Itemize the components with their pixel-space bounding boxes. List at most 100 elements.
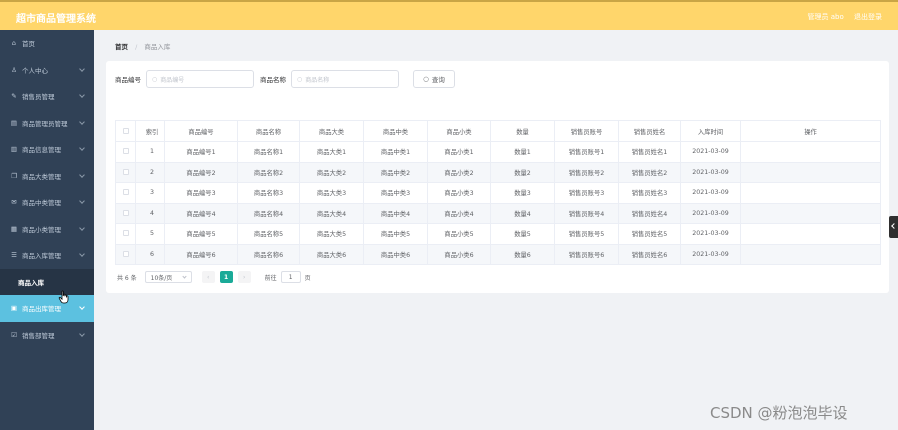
column-header: 索引 bbox=[135, 120, 165, 142]
row-checkbox[interactable] bbox=[115, 162, 136, 183]
table-cell: 商品名称5 bbox=[237, 223, 300, 245]
column-header: 商品大类 bbox=[299, 120, 364, 142]
page-size-value: 10条/页 bbox=[150, 274, 173, 282]
pagination: 共 6 条 10条/页 ‹ 1 › 前往 1 页 bbox=[117, 271, 311, 283]
product-name-input[interactable]: ○ 商品名称 bbox=[291, 70, 399, 88]
table-cell: 2021-03-09 bbox=[680, 162, 741, 183]
breadcrumb: 首页 / 商品入库 bbox=[115, 41, 170, 51]
sidebar-item-label: 商品大类管理 bbox=[22, 172, 61, 181]
table-cell: 销售员姓名6 bbox=[618, 244, 681, 265]
sidebar-item-label: 商品入库管理 bbox=[22, 252, 61, 261]
page-size-select[interactable]: 10条/页 bbox=[144, 271, 192, 283]
page-number-1[interactable]: 1 bbox=[219, 271, 233, 283]
table-cell: 销售员账号2 bbox=[554, 162, 619, 183]
watermark: CSDN @粉泡泡毕设 bbox=[710, 404, 848, 422]
table-row[interactable]: 2 商品编号2 商品名称2 商品大类2 商品中类2 商品小类2 数量2 销售员账号2 销售员姓名… bbox=[115, 162, 881, 183]
content-card: 商品编号 ○ 商品编号 商品名称 ○ 商品名称 ○ 查询 索引 商品编号 商品名称商… bbox=[106, 61, 889, 293]
chevron-down-icon bbox=[79, 92, 85, 98]
column-header: 商品名称 bbox=[237, 120, 300, 142]
product-code-placeholder: 商品编号 bbox=[160, 76, 185, 84]
chevron-down-icon bbox=[79, 171, 85, 178]
sidebar-item[interactable]: ▥ 商品信息管理 bbox=[0, 136, 94, 163]
table-cell: 商品中类6 bbox=[363, 244, 428, 265]
chevron-down-icon bbox=[79, 304, 85, 310]
table-cell: 数量2 bbox=[490, 162, 555, 183]
table-cell: 销售员账号3 bbox=[554, 182, 619, 204]
table-cell: 商品名称1 bbox=[237, 141, 300, 163]
table-cell: 商品名称4 bbox=[237, 203, 300, 224]
table-cell: 商品编号3 bbox=[164, 182, 238, 204]
collapse-tab[interactable] bbox=[889, 216, 898, 238]
table-cell: 销售员姓名5 bbox=[618, 223, 681, 245]
column-header: 商品小类 bbox=[427, 120, 491, 142]
prev-page-button[interactable]: ‹ bbox=[201, 271, 215, 283]
column-header: 入库时间 bbox=[680, 120, 741, 142]
table-row[interactable]: 4 商品编号4 商品名称4 商品大类4 商品中类4 商品小类4 数量4 销售员账号4 销售员姓名… bbox=[115, 203, 881, 224]
table-row[interactable]: 6 商品编号6 商品名称6 商品大类6 商品中类6 商品小类6 数量6 销售员账号6 销售员姓名… bbox=[115, 244, 881, 265]
product-code-input[interactable]: ○ 商品编号 bbox=[146, 70, 254, 88]
app-title: 超市商品管理系统 bbox=[16, 14, 96, 25]
sidebar-item[interactable]: ♙ 个人中心 bbox=[0, 57, 94, 84]
actions-cell bbox=[740, 223, 881, 245]
actions-cell bbox=[740, 203, 881, 224]
row-checkbox[interactable] bbox=[115, 203, 136, 224]
next-page-button[interactable]: › bbox=[237, 271, 251, 283]
actions-cell bbox=[740, 182, 881, 204]
row-checkbox[interactable] bbox=[115, 244, 136, 265]
table-row[interactable]: 1 商品编号1 商品名称1 商品大类1 商品中类1 商品小类1 数量1 销售员账号1 销售员姓名… bbox=[115, 141, 881, 163]
sidebar-item[interactable]: ▣ 商品出库管理 bbox=[0, 295, 94, 322]
table-header-row: 索引 商品编号 商品名称 商品大类 商品中类 商品小类 数量 销售员账号 销售员姓名 入库时间 操作 bbox=[115, 120, 881, 142]
table-cell: 商品名称6 bbox=[237, 244, 300, 265]
table-row[interactable]: 5 商品编号5 商品名称5 商品大类5 商品中类5 商品小类5 数量5 销售员账号5 销售员姓名… bbox=[115, 223, 881, 245]
table-cell: 商品编号6 bbox=[164, 244, 238, 265]
actions-cell bbox=[740, 162, 881, 183]
chevron-left-icon bbox=[891, 223, 897, 229]
table-cell: 5 bbox=[135, 223, 165, 245]
table-cell: 销售员姓名3 bbox=[618, 182, 681, 204]
data-table: 索引 商品编号 商品名称 商品大类 商品中类 商品小类 数量 销售员账号 销售员姓名 入库时间 操作… bbox=[115, 120, 881, 265]
table-cell: 销售员账号4 bbox=[554, 203, 619, 224]
sidebar-item[interactable]: ☑ 销售部管理 bbox=[0, 322, 94, 349]
table-cell: 商品中类2 bbox=[363, 162, 428, 183]
table-cell: 销售员姓名1 bbox=[618, 141, 681, 163]
table-cell: 2021-03-09 bbox=[680, 244, 741, 265]
table-cell: 商品小类2 bbox=[427, 162, 491, 183]
table-cell: 商品中类1 bbox=[363, 141, 428, 163]
table-row[interactable]: 3 商品编号3 商品名称3 商品大类3 商品中类3 商品小类3 数量3 销售员账号3 销售员姓名… bbox=[115, 182, 881, 204]
sidebar-item[interactable]: ▤ 商品管理员管理 bbox=[0, 110, 94, 137]
table-cell: 销售员账号6 bbox=[554, 244, 619, 265]
chevron-down-icon bbox=[79, 330, 85, 337]
table-cell: 销售员姓名2 bbox=[618, 162, 681, 183]
sidebar-item[interactable]: ▦ 商品小类管理 bbox=[0, 216, 94, 243]
table-cell: 商品编号4 bbox=[164, 203, 238, 224]
goto-page-input[interactable]: 1 bbox=[280, 271, 301, 283]
table-cell: 商品中类5 bbox=[363, 223, 428, 245]
table-cell: 商品中类4 bbox=[363, 203, 428, 224]
table-cell: 商品大类5 bbox=[299, 223, 364, 245]
select-all-checkbox[interactable] bbox=[115, 120, 136, 142]
chevron-down-icon bbox=[79, 251, 85, 257]
home-icon: ⌂ bbox=[11, 39, 17, 48]
sidebar-item[interactable]: ⌂ 首页 bbox=[0, 30, 94, 57]
sidebar-item[interactable]: ❐ 商品大类管理 bbox=[0, 163, 94, 190]
table-cell: 数量4 bbox=[490, 203, 555, 224]
table-cell: 商品小类6 bbox=[427, 244, 491, 265]
breadcrumb-home[interactable]: 首页 bbox=[115, 43, 128, 51]
row-checkbox[interactable] bbox=[115, 182, 136, 204]
chevron-down-icon bbox=[79, 145, 85, 151]
chevron-down-icon bbox=[182, 274, 187, 279]
submenu-item-product-inbound[interactable]: 商品入库 bbox=[0, 268, 94, 295]
query-button[interactable]: ○ 查询 bbox=[413, 70, 455, 88]
sidebar-item[interactable]: ✎ 销售员管理 bbox=[0, 83, 94, 110]
row-checkbox[interactable] bbox=[115, 141, 136, 163]
table-cell: 商品编号5 bbox=[164, 223, 238, 245]
table-cell: 商品中类3 bbox=[363, 182, 428, 204]
row-checkbox[interactable] bbox=[115, 223, 136, 245]
table-cell: 1 bbox=[135, 141, 165, 163]
sidebar: ⌂ 首页 ♙ 个人中心 ✎ 销售员管理 ▤ 商品管理员管理 ▥ 商品信息管理 ❐ 商品大类管理 ✉ 商品中… bbox=[0, 30, 94, 430]
sidebar-item-label: 商品信息管理 bbox=[22, 146, 61, 155]
column-header: 数量 bbox=[490, 120, 555, 142]
logout-button[interactable]: 退出登录 bbox=[854, 13, 882, 21]
sidebar-item[interactable]: ☰ 商品入库管理 bbox=[0, 242, 94, 269]
sidebar-item[interactable]: ✉ 商品中类管理 bbox=[0, 189, 94, 216]
